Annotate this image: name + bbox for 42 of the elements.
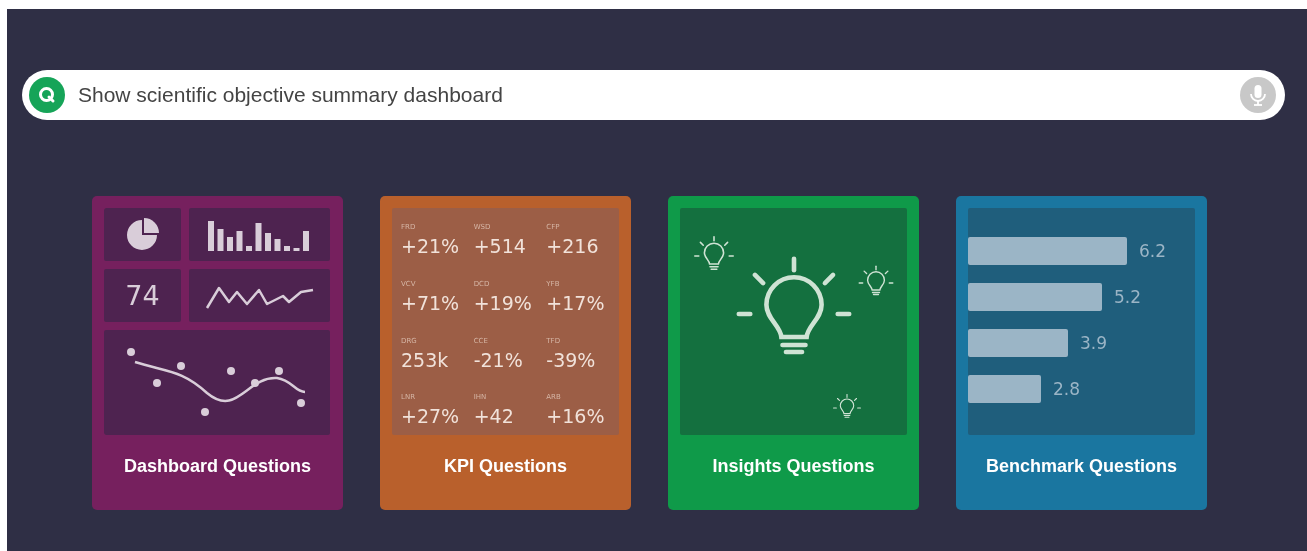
card-title: KPI Questions — [443, 455, 568, 478]
data-point — [297, 398, 305, 407]
data-point — [251, 378, 259, 387]
question-card[interactable]: 6.2 5.2 3.9 2.8 Benchmark Questions — [956, 196, 1207, 510]
kpi-value: +27% — [401, 405, 460, 428]
card-title: Insights Questions — [711, 455, 876, 478]
card-title: Benchmark Questions — [984, 455, 1179, 478]
q-logo-icon — [29, 77, 65, 113]
data-point — [127, 347, 135, 356]
kpi-value: -39% — [546, 348, 596, 371]
metric-value: 74 — [125, 280, 160, 311]
data-point — [275, 366, 283, 375]
lightbulb-icon — [858, 265, 894, 296]
kpi-value: +42 — [473, 405, 514, 428]
pie-chart-icon — [125, 217, 160, 252]
kpi-value: -21% — [473, 348, 523, 371]
data-point — [201, 407, 209, 416]
kpi-value: +19% — [473, 292, 532, 315]
kpi-value: +71% — [401, 292, 460, 315]
bar-value: 2.8 — [1053, 379, 1081, 399]
search-query: Show scientific objective summary dashboard — [78, 83, 504, 107]
data-point — [227, 366, 235, 375]
question-card[interactable]: 74 Dashboard Questions — [92, 196, 343, 510]
data-point — [153, 378, 161, 387]
microphone-icon[interactable] — [1240, 77, 1276, 113]
bar-value: 3.9 — [1080, 333, 1108, 353]
card-title: Dashboard Questions — [123, 455, 312, 478]
bar-chart-icon — [207, 218, 312, 251]
kpi-value: +17% — [546, 292, 605, 315]
question-card[interactable]: Insights Questions — [668, 196, 919, 510]
lightbulb-icon — [736, 256, 852, 355]
bar-value: 5.2 — [1114, 287, 1142, 307]
kpi-value: 253k — [401, 348, 449, 371]
bar-value: 6.2 — [1139, 241, 1167, 261]
lightbulb-icon — [833, 394, 861, 418]
lightbulb-icon — [694, 236, 734, 270]
kpi-value: +514 — [473, 235, 526, 258]
search-field[interactable]: Show scientific objective summary dashboard — [22, 70, 1285, 120]
kpi-value: +16% — [546, 405, 605, 428]
kpi-value: +216 — [546, 235, 599, 258]
data-point — [177, 361, 185, 370]
kpi-value: +21% — [401, 235, 460, 258]
